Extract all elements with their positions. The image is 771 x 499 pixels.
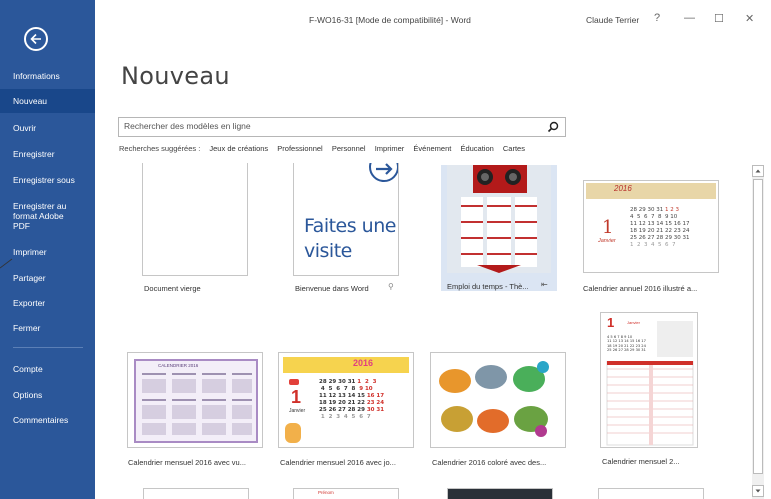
sidebar-item-pdf-line-1: Enregistrer au [13,201,67,211]
template-thumbnail [447,165,551,273]
welcome-thumb-text-2: visite [304,240,352,262]
template-label: Calendrier mensuel 2... [602,457,680,466]
template-label: Calendrier mensuel 2016 avec jo... [280,458,396,467]
welcome-thumb-text-1: Faites une [304,215,396,237]
template-label: Bienvenue dans Word [295,284,369,293]
template-tile-partial[interactable]: Prénom [293,488,399,499]
template-tile-monthly-purple[interactable]: CALENDRIER 2016 Calendrier mensuel 2016 … [126,352,266,472]
template-tile-partial[interactable] [143,488,249,499]
template-label: Document vierge [144,284,201,293]
window-title: F-WO16-31 [Mode de compatibilité] - Word [309,15,471,25]
template-label: Emploi du temps - Thè... [447,282,529,291]
arrow-circle-icon [369,163,398,182]
sidebar-item-pdf-line-2: format Adobe [13,211,64,221]
template-tile-colorful-calendar[interactable]: Calendrier 2016 coloré avec des... [430,352,570,472]
pin-icon[interactable]: ⚲ [388,282,394,291]
template-label: Calendrier annuel 2016 illustré a... [583,284,698,293]
pin-icon[interactable]: ⇤ [541,280,548,289]
template-search-box[interactable] [118,117,566,137]
calendar-month: Janvier [598,238,616,244]
calendar-big-day: 1 [291,387,302,407]
user-name[interactable]: Claude Terrier [586,15,639,25]
search-icon[interactable] [547,121,559,133]
calendar-year: 2016 [353,358,374,368]
sidebar-item-pdf-line-3: PDF [13,221,30,231]
template-thumbnail [430,352,566,448]
suggestion-professionnel[interactable]: Professionnel [277,144,322,153]
calendar-month: Janvier [627,320,640,325]
calendar-year: 2016 [614,184,632,193]
sidebar-divider [13,347,83,348]
scroll-down-button[interactable] [752,485,764,497]
template-label: Calendrier 2016 coloré avec des... [432,458,547,467]
suggested-searches-label: Recherches suggérées : [119,144,201,153]
template-tile-monthly-2[interactable]: 1 Janvier 4 5 6 7 8 9 10 11 12 13 14 15 1… [600,312,704,472]
template-tile-welcome[interactable]: Faites une visite Bienvenue dans Word ⚲ [293,163,413,295]
template-thumbnail: 2016 1 Janvier 28 29 30 31 1 2 3 4 5 6 7… [583,180,719,273]
maximize-button[interactable]: ☐ [714,12,724,25]
suggestion-jeux-de-creations[interactable]: Jeux de créations [209,144,268,153]
template-tile-partial[interactable] [447,488,553,499]
suggestion-education[interactable]: Éducation [460,144,493,153]
template-label: Calendrier mensuel 2016 avec vu... [128,458,246,467]
suggested-searches: Recherches suggérées : Jeux de créations… [119,144,532,153]
template-tile-annual-calendar[interactable]: 2016 1 Janvier 28 29 30 31 1 2 3 4 5 6 7… [581,180,721,295]
template-thumbnail: Faites une visite [293,163,399,276]
scroll-thumb[interactable] [753,179,763,474]
scroll-up-button[interactable] [752,165,764,177]
calendar-month: Janvier [289,408,306,414]
template-thumbnail [142,163,248,276]
help-button[interactable]: ? [654,12,660,24]
partial-tile-text: Prénom [318,490,334,495]
back-arrow-icon[interactable] [24,27,48,51]
template-thumbnail: 1 Janvier 4 5 6 7 8 9 10 11 12 13 14 15 1… [600,312,698,448]
suggestion-cartes[interactable]: Cartes [503,144,525,153]
annotation-line [0,258,13,269]
calendar-big-day: 1 [607,315,615,330]
suggestion-evenement[interactable]: Événement [413,144,451,153]
template-tile-partial[interactable] [598,488,704,499]
page-title: Nouveau [121,62,230,90]
template-thumbnail: 2016 1 Janvier 28 29 30 31 1 2 3 4 5 6 7… [278,352,414,448]
template-search-input[interactable] [124,121,544,131]
vertical-scrollbar[interactable] [752,165,764,499]
close-button[interactable]: ✕ [745,12,754,25]
minimize-button[interactable]: — [684,12,695,24]
template-tile-schedule[interactable]: Emploi du temps - Thè... ⇤ [441,165,557,291]
template-tile-monthly-kids[interactable]: 2016 1 Janvier 28 29 30 31 1 2 3 4 5 6 7… [278,352,418,472]
calendar-big-day: 1 [602,217,614,238]
template-tile-blank[interactable]: Document vierge [142,163,250,295]
suggestion-imprimer[interactable]: Imprimer [375,144,405,153]
template-thumbnail: CALENDRIER 2016 [127,352,263,448]
suggestion-personnel[interactable]: Personnel [332,144,366,153]
